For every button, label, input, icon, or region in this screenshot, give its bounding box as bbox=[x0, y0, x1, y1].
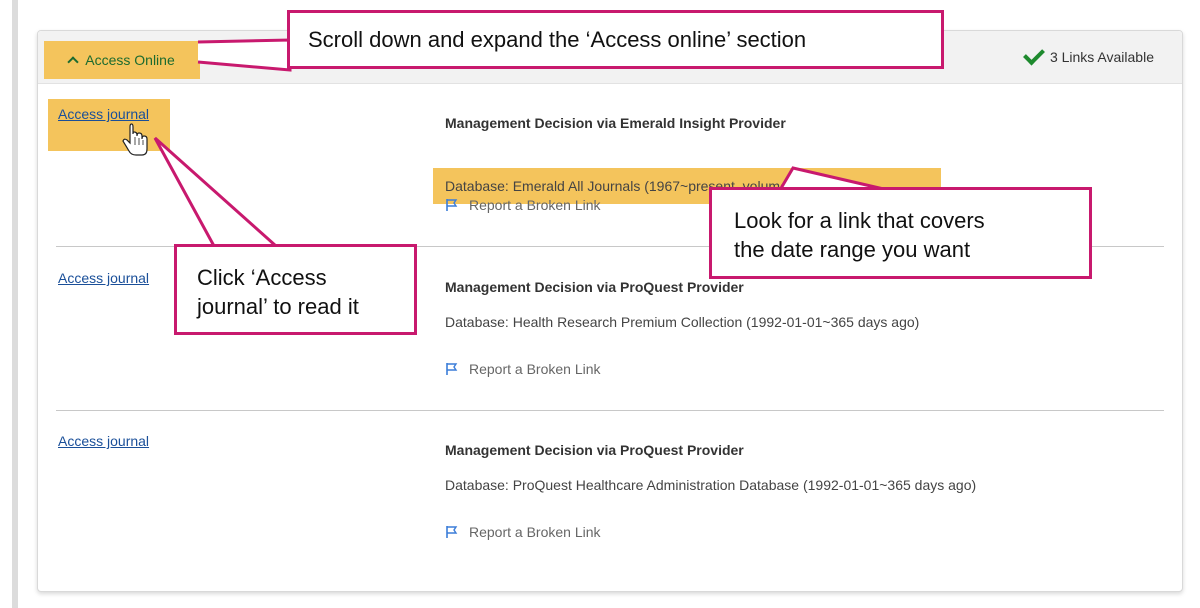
provider-title: Management Decision via ProQuest Provide… bbox=[445, 442, 744, 458]
flag-icon bbox=[446, 363, 458, 375]
links-available-text: 3 Links Available bbox=[1049, 49, 1154, 65]
report-broken-link-label: Report a Broken Link bbox=[469, 197, 601, 213]
row-divider bbox=[56, 410, 1164, 411]
access-journal-link[interactable]: Access journal bbox=[58, 270, 149, 286]
provider-title: Management Decision via ProQuest Provide… bbox=[445, 279, 744, 295]
access-journal-link[interactable]: Access journal bbox=[58, 106, 149, 122]
database-coverage: Database: ProQuest Healthcare Administra… bbox=[445, 477, 977, 493]
flag-icon bbox=[446, 199, 458, 211]
report-broken-link-label: Report a Broken Link bbox=[469, 524, 601, 540]
links-available-status: 3 Links Available bbox=[1022, 43, 1154, 65]
click-access-text-line2: journal’ to read it bbox=[197, 294, 359, 319]
checkmark-icon bbox=[1022, 43, 1045, 65]
provider-title: Management Decision via Emerald Insight … bbox=[445, 115, 786, 131]
date-range-callout: Look for a link that covers the date ran… bbox=[709, 187, 1092, 279]
click-access-callout: Click ‘Access journal’ to read it bbox=[174, 244, 417, 335]
click-access-text-line1: Click ‘Access bbox=[197, 265, 327, 290]
date-range-text-line1: Look for a link that covers bbox=[734, 208, 985, 233]
date-range-text-line2: the date range you want bbox=[734, 237, 971, 262]
report-broken-link[interactable]: Report a Broken Link bbox=[445, 524, 601, 540]
database-coverage: Database: Health Research Premium Collec… bbox=[445, 314, 920, 330]
report-broken-link-label: Report a Broken Link bbox=[469, 361, 601, 377]
chevron-up-icon bbox=[67, 56, 79, 68]
scroll-expand-callout: Scroll down and expand the ‘Access onlin… bbox=[287, 10, 944, 69]
access-journal-link[interactable]: Access journal bbox=[58, 433, 149, 449]
scroll-expand-text: Scroll down and expand the ‘Access onlin… bbox=[308, 27, 807, 52]
page-left-border bbox=[12, 0, 18, 608]
flag-icon bbox=[446, 526, 458, 538]
access-online-label: Access Online bbox=[85, 52, 175, 68]
report-broken-link[interactable]: Report a Broken Link bbox=[445, 361, 601, 377]
access-online-toggle[interactable]: Access Online bbox=[44, 41, 200, 79]
report-broken-link[interactable]: Report a Broken Link bbox=[445, 197, 601, 213]
